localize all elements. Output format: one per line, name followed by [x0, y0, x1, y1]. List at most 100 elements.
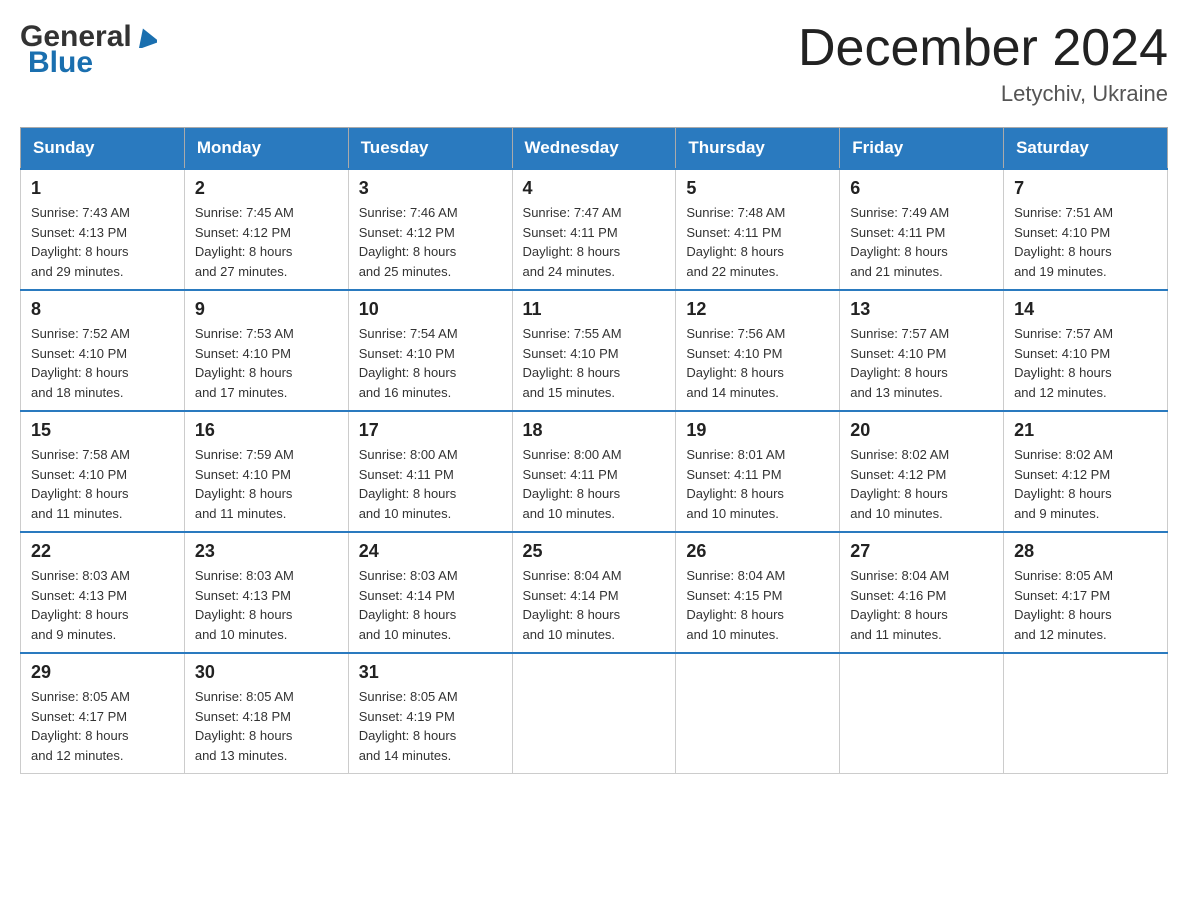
header-sunday: Sunday — [21, 128, 185, 170]
day-number: 19 — [686, 420, 829, 441]
header-tuesday: Tuesday — [348, 128, 512, 170]
day-number: 27 — [850, 541, 993, 562]
day-info: Sunrise: 8:03 AM Sunset: 4:13 PM Dayligh… — [195, 566, 338, 644]
calendar-cell — [512, 653, 676, 774]
day-info: Sunrise: 8:03 AM Sunset: 4:14 PM Dayligh… — [359, 566, 502, 644]
calendar-cell: 6 Sunrise: 7:49 AM Sunset: 4:11 PM Dayli… — [840, 169, 1004, 290]
week-row-3: 15 Sunrise: 7:58 AM Sunset: 4:10 PM Dayl… — [21, 411, 1168, 532]
logo: General Blue — [20, 20, 157, 80]
calendar-cell: 24 Sunrise: 8:03 AM Sunset: 4:14 PM Dayl… — [348, 532, 512, 653]
day-number: 26 — [686, 541, 829, 562]
day-number: 12 — [686, 299, 829, 320]
calendar-cell: 15 Sunrise: 7:58 AM Sunset: 4:10 PM Dayl… — [21, 411, 185, 532]
calendar-cell: 20 Sunrise: 8:02 AM Sunset: 4:12 PM Dayl… — [840, 411, 1004, 532]
calendar-cell: 21 Sunrise: 8:02 AM Sunset: 4:12 PM Dayl… — [1004, 411, 1168, 532]
day-info: Sunrise: 8:00 AM Sunset: 4:11 PM Dayligh… — [523, 445, 666, 523]
day-number: 21 — [1014, 420, 1157, 441]
day-number: 15 — [31, 420, 174, 441]
day-info: Sunrise: 7:58 AM Sunset: 4:10 PM Dayligh… — [31, 445, 174, 523]
header-thursday: Thursday — [676, 128, 840, 170]
day-number: 30 — [195, 662, 338, 683]
day-info: Sunrise: 7:54 AM Sunset: 4:10 PM Dayligh… — [359, 324, 502, 402]
calendar-cell: 22 Sunrise: 8:03 AM Sunset: 4:13 PM Dayl… — [21, 532, 185, 653]
day-number: 1 — [31, 178, 174, 199]
calendar-subtitle: Letychiv, Ukraine — [798, 81, 1168, 107]
header-wednesday: Wednesday — [512, 128, 676, 170]
day-info: Sunrise: 7:43 AM Sunset: 4:13 PM Dayligh… — [31, 203, 174, 281]
calendar-cell — [1004, 653, 1168, 774]
day-info: Sunrise: 8:04 AM Sunset: 4:16 PM Dayligh… — [850, 566, 993, 644]
day-number: 11 — [523, 299, 666, 320]
day-info: Sunrise: 7:45 AM Sunset: 4:12 PM Dayligh… — [195, 203, 338, 281]
day-number: 29 — [31, 662, 174, 683]
calendar-cell: 9 Sunrise: 7:53 AM Sunset: 4:10 PM Dayli… — [184, 290, 348, 411]
logo-blue-text: Blue — [28, 46, 93, 80]
day-info: Sunrise: 8:04 AM Sunset: 4:14 PM Dayligh… — [523, 566, 666, 644]
day-info: Sunrise: 7:46 AM Sunset: 4:12 PM Dayligh… — [359, 203, 502, 281]
day-info: Sunrise: 8:03 AM Sunset: 4:13 PM Dayligh… — [31, 566, 174, 644]
calendar-cell: 28 Sunrise: 8:05 AM Sunset: 4:17 PM Dayl… — [1004, 532, 1168, 653]
day-number: 3 — [359, 178, 502, 199]
page-header: General Blue December 2024 Letychiv, Ukr… — [20, 20, 1168, 107]
day-number: 20 — [850, 420, 993, 441]
calendar-cell: 26 Sunrise: 8:04 AM Sunset: 4:15 PM Dayl… — [676, 532, 840, 653]
day-number: 17 — [359, 420, 502, 441]
day-info: Sunrise: 8:00 AM Sunset: 4:11 PM Dayligh… — [359, 445, 502, 523]
header-monday: Monday — [184, 128, 348, 170]
week-row-1: 1 Sunrise: 7:43 AM Sunset: 4:13 PM Dayli… — [21, 169, 1168, 290]
day-info: Sunrise: 8:04 AM Sunset: 4:15 PM Dayligh… — [686, 566, 829, 644]
logo-triangle-icon — [135, 26, 157, 53]
day-info: Sunrise: 8:05 AM Sunset: 4:19 PM Dayligh… — [359, 687, 502, 765]
day-info: Sunrise: 7:47 AM Sunset: 4:11 PM Dayligh… — [523, 203, 666, 281]
day-info: Sunrise: 8:01 AM Sunset: 4:11 PM Dayligh… — [686, 445, 829, 523]
calendar-cell: 10 Sunrise: 7:54 AM Sunset: 4:10 PM Dayl… — [348, 290, 512, 411]
day-number: 8 — [31, 299, 174, 320]
calendar-cell: 25 Sunrise: 8:04 AM Sunset: 4:14 PM Dayl… — [512, 532, 676, 653]
day-number: 16 — [195, 420, 338, 441]
calendar-cell — [676, 653, 840, 774]
day-info: Sunrise: 7:53 AM Sunset: 4:10 PM Dayligh… — [195, 324, 338, 402]
title-section: December 2024 Letychiv, Ukraine — [798, 20, 1168, 107]
header-saturday: Saturday — [1004, 128, 1168, 170]
calendar-table: SundayMondayTuesdayWednesdayThursdayFrid… — [20, 127, 1168, 774]
calendar-cell: 27 Sunrise: 8:04 AM Sunset: 4:16 PM Dayl… — [840, 532, 1004, 653]
calendar-cell: 7 Sunrise: 7:51 AM Sunset: 4:10 PM Dayli… — [1004, 169, 1168, 290]
calendar-cell — [840, 653, 1004, 774]
day-number: 22 — [31, 541, 174, 562]
calendar-cell: 19 Sunrise: 8:01 AM Sunset: 4:11 PM Dayl… — [676, 411, 840, 532]
day-number: 4 — [523, 178, 666, 199]
day-number: 5 — [686, 178, 829, 199]
week-row-4: 22 Sunrise: 8:03 AM Sunset: 4:13 PM Dayl… — [21, 532, 1168, 653]
calendar-cell: 12 Sunrise: 7:56 AM Sunset: 4:10 PM Dayl… — [676, 290, 840, 411]
day-info: Sunrise: 7:56 AM Sunset: 4:10 PM Dayligh… — [686, 324, 829, 402]
calendar-title: December 2024 — [798, 20, 1168, 77]
day-number: 6 — [850, 178, 993, 199]
day-info: Sunrise: 7:57 AM Sunset: 4:10 PM Dayligh… — [850, 324, 993, 402]
calendar-cell: 5 Sunrise: 7:48 AM Sunset: 4:11 PM Dayli… — [676, 169, 840, 290]
calendar-cell: 2 Sunrise: 7:45 AM Sunset: 4:12 PM Dayli… — [184, 169, 348, 290]
calendar-cell: 30 Sunrise: 8:05 AM Sunset: 4:18 PM Dayl… — [184, 653, 348, 774]
day-info: Sunrise: 7:57 AM Sunset: 4:10 PM Dayligh… — [1014, 324, 1157, 402]
calendar-cell: 17 Sunrise: 8:00 AM Sunset: 4:11 PM Dayl… — [348, 411, 512, 532]
day-number: 13 — [850, 299, 993, 320]
day-number: 14 — [1014, 299, 1157, 320]
calendar-cell: 4 Sunrise: 7:47 AM Sunset: 4:11 PM Dayli… — [512, 169, 676, 290]
day-info: Sunrise: 7:52 AM Sunset: 4:10 PM Dayligh… — [31, 324, 174, 402]
day-number: 9 — [195, 299, 338, 320]
header-row: SundayMondayTuesdayWednesdayThursdayFrid… — [21, 128, 1168, 170]
day-info: Sunrise: 8:05 AM Sunset: 4:17 PM Dayligh… — [31, 687, 174, 765]
calendar-cell: 31 Sunrise: 8:05 AM Sunset: 4:19 PM Dayl… — [348, 653, 512, 774]
day-number: 7 — [1014, 178, 1157, 199]
day-info: Sunrise: 8:05 AM Sunset: 4:18 PM Dayligh… — [195, 687, 338, 765]
day-number: 31 — [359, 662, 502, 683]
day-info: Sunrise: 7:55 AM Sunset: 4:10 PM Dayligh… — [523, 324, 666, 402]
day-number: 24 — [359, 541, 502, 562]
header-friday: Friday — [840, 128, 1004, 170]
calendar-cell: 16 Sunrise: 7:59 AM Sunset: 4:10 PM Dayl… — [184, 411, 348, 532]
day-info: Sunrise: 8:02 AM Sunset: 4:12 PM Dayligh… — [1014, 445, 1157, 523]
calendar-cell: 1 Sunrise: 7:43 AM Sunset: 4:13 PM Dayli… — [21, 169, 185, 290]
calendar-cell: 29 Sunrise: 8:05 AM Sunset: 4:17 PM Dayl… — [21, 653, 185, 774]
day-info: Sunrise: 7:59 AM Sunset: 4:10 PM Dayligh… — [195, 445, 338, 523]
day-number: 2 — [195, 178, 338, 199]
calendar-cell: 14 Sunrise: 7:57 AM Sunset: 4:10 PM Dayl… — [1004, 290, 1168, 411]
